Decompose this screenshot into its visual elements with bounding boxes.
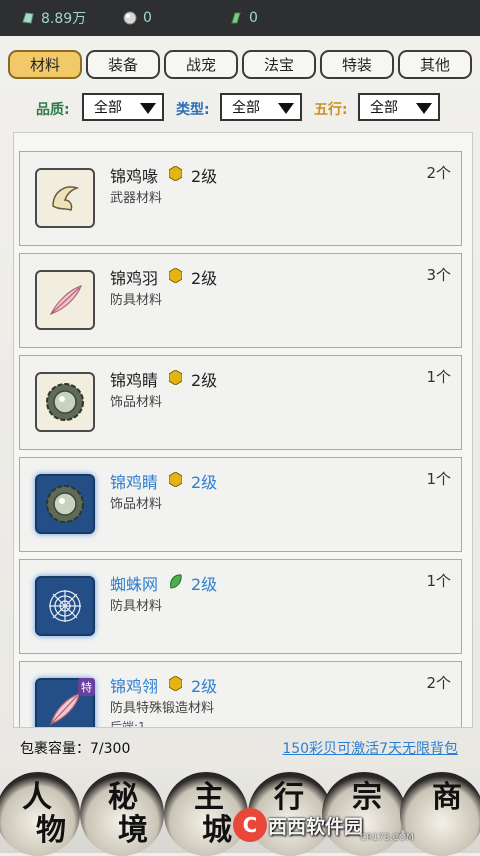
quality-filter-label: 品质: [36,102,70,118]
list-item[interactable]: 锦鸡睛 2级 饰品材料 1个 [19,457,462,552]
gold-gem-icon [169,166,182,181]
list-item[interactable]: 锦鸡羽 2级 防具材料 3个 [19,253,462,348]
item-level: 2级 [191,575,218,594]
silver-ingot-icon [22,12,34,24]
nav-secret-realm-label-b: 境 [118,813,148,848]
inventory-list[interactable]: 锦鸡喙 2级 武器材料 2个 锦鸡羽 2级 防具材料 3个 锦鸡睛 2级 饰品材… [13,132,473,728]
bag-capacity: 包裹容量：7/300 [20,741,131,757]
list-item[interactable]: 锦鸡喙 2级 武器材料 2个 [19,151,462,246]
nav-travel-label: 行 [274,780,304,815]
tab-treasures[interactable]: 法宝 [242,50,316,79]
item-name: 蜘蛛网 [110,575,159,594]
nav-sect-label: 宗 [352,780,382,815]
special-badge: 特 [78,678,95,696]
gold-gem-icon [169,268,182,283]
list-item[interactable]: 锦鸡睛 2级 饰品材料 1个 [19,355,462,450]
element-filter-label: 五行: [314,102,348,118]
pearl-amount: 0 [143,10,152,26]
dropdown-arrow-icon [278,103,294,114]
silver-amount: 8.89万 [41,11,87,27]
tab-special-gear[interactable]: 特装 [320,50,394,79]
nav-character-label-b: 物 [36,813,66,848]
item-level: 2级 [191,677,218,696]
dropdown-arrow-icon [416,103,432,114]
item-type: 防具特殊锻造材料 [110,701,215,716]
item-level: 2级 [191,371,218,390]
jade-icon [231,12,241,24]
item-name: 锦鸡睛 [110,473,159,492]
nav-main-city-label-b: 城 [202,813,232,848]
item-level: 2级 [191,167,218,186]
item-type: 武器材料 [110,191,163,206]
type-filter-select[interactable]: 全部 [220,93,302,121]
silver-currency: 8.89万 [20,8,86,28]
item-count: 2个 [426,674,451,692]
item-slot[interactable] [35,474,95,534]
item-count: 1个 [426,368,451,386]
beak-icon [52,186,80,211]
eye-gem-icon [46,383,84,421]
item-slot[interactable] [35,168,95,228]
list-item[interactable]: 特 锦鸡翎 2级 防具特殊锻造材料 2个 后端:1 [19,661,462,728]
pearl-icon [123,11,137,25]
item-name: 锦鸡睛 [110,371,159,390]
item-level: 2级 [191,269,218,288]
quality-filter-select[interactable]: 全部 [82,93,164,121]
item-slot[interactable] [35,270,95,330]
item-type: 饰品材料 [110,497,163,512]
quality-filter-value: 全部 [94,100,122,116]
type-filter-label: 类型: [176,102,210,118]
list-item[interactable]: 蜘蛛网 2级 防具材料 1个 [19,559,462,654]
item-level: 2级 [191,473,218,492]
tab-other[interactable]: 其他 [398,50,472,79]
watermark-logo: C [233,808,267,842]
unlimited-bag-link[interactable]: 150彩贝可激活7天无限背包 [282,738,458,758]
spiderweb-icon [49,590,81,622]
pearl-currency: 0 [122,8,152,28]
watermark-subtext: CR173.COM [360,833,414,843]
jade-currency: 0 [228,8,258,28]
dropdown-arrow-icon [140,103,156,114]
feather-icon [49,285,83,316]
leaf-icon [170,574,182,589]
item-extra: 后端:1 [110,720,146,728]
currency-bar: 8.89万 0 0 [0,0,480,36]
item-count: 3个 [426,266,451,284]
jade-amount: 0 [249,10,258,26]
item-type: 防具材料 [110,599,163,614]
item-slot[interactable] [35,372,95,432]
type-filter-value: 全部 [232,100,260,116]
item-type: 饰品材料 [110,395,163,410]
item-name: 锦鸡喙 [110,167,159,186]
item-type: 防具材料 [110,293,163,308]
element-filter-select[interactable]: 全部 [358,93,440,121]
watermark-text: 西西软件园 [268,816,364,838]
element-filter-value: 全部 [370,100,398,116]
eye-gem-icon [46,485,84,523]
gold-gem-icon [169,370,182,385]
item-count: 2个 [426,164,451,182]
tab-materials[interactable]: 材料 [8,50,82,79]
tab-equipment[interactable]: 装备 [86,50,160,79]
tab-pets[interactable]: 战宠 [164,50,238,79]
nav-shop-label: 商 [432,780,462,815]
gold-gem-icon [169,676,182,691]
item-count: 1个 [426,572,451,590]
item-name: 锦鸡羽 [110,269,159,288]
gold-gem-icon [169,472,182,487]
item-count: 1个 [426,470,451,488]
item-slot[interactable] [35,576,95,636]
item-name: 锦鸡翎 [110,677,159,696]
item-slot[interactable]: 特 [35,678,95,727]
